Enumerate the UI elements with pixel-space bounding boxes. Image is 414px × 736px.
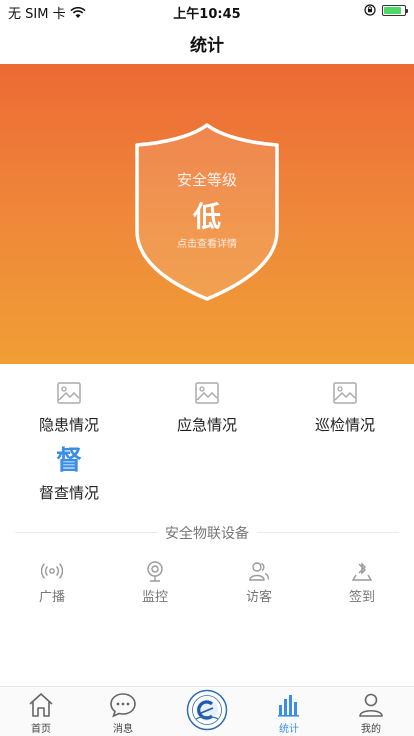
safety-level-value: 低 xyxy=(192,200,221,233)
menu-item-label: 应急情况 xyxy=(176,416,237,434)
page-title: 统计 xyxy=(190,35,224,56)
iot-section-header: 安全物联设备 xyxy=(15,522,399,543)
battery-level xyxy=(384,6,401,14)
menu-item-label: 隐患情况 xyxy=(38,416,99,434)
iot-item-label: 监控 xyxy=(141,590,168,605)
home-icon xyxy=(29,693,53,717)
tab-app-logo[interactable] xyxy=(186,689,228,735)
iot-item-label: 签到 xyxy=(348,590,375,605)
clock: 上午10:45 xyxy=(173,7,241,22)
view-details-hint: 点击查看详情 xyxy=(177,239,237,250)
battery-icon xyxy=(382,4,408,16)
menu-item-label: 巡检情况 xyxy=(314,416,375,434)
safety-hero: 安全等级 低 点击查看详情 xyxy=(0,64,414,364)
tab-bar: 首页 消息 统计 我的 xyxy=(0,686,414,736)
safety-level-shield[interactable]: 安全等级 低 点击查看详情 xyxy=(133,121,281,303)
tab-profile[interactable]: 我的 xyxy=(330,687,412,736)
visitor-icon xyxy=(249,562,270,581)
tab-label: 统计 xyxy=(279,724,299,735)
checkin-icon xyxy=(351,562,373,581)
iot-item-checkin[interactable]: 签到 xyxy=(310,560,414,605)
tab-home[interactable]: 首页 xyxy=(0,687,82,736)
iot-item-broadcast[interactable]: 广播 xyxy=(0,560,104,605)
orientation-lock-icon xyxy=(364,4,376,16)
safety-level-label: 安全等级 xyxy=(176,171,237,189)
image-placeholder-icon xyxy=(57,382,81,404)
menu-item-hidden-danger[interactable]: 隐患情况 xyxy=(0,380,138,435)
bar-chart-icon xyxy=(278,695,299,717)
iot-item-visitor[interactable]: 访客 xyxy=(207,560,311,605)
user-icon xyxy=(359,693,383,717)
nav-bar: 统计 xyxy=(0,22,414,64)
tab-messages[interactable]: 消息 xyxy=(82,687,164,736)
broadcast-icon xyxy=(41,563,63,579)
iot-item-label: 广播 xyxy=(38,590,65,605)
iot-item-label: 访客 xyxy=(245,590,272,605)
image-placeholder-icon xyxy=(333,382,357,404)
camera-icon xyxy=(147,561,163,582)
supervision-icon: 督 xyxy=(56,446,83,476)
menu-item-supervision[interactable]: 督 督查情况 xyxy=(0,448,138,503)
iot-item-monitor[interactable]: 监控 xyxy=(103,560,207,605)
status-right xyxy=(364,4,408,16)
tab-statistics[interactable]: 统计 xyxy=(248,687,330,736)
menu-item-emergency[interactable]: 应急情况 xyxy=(138,380,276,435)
status-bar: 无 SIM 卡 上午10:45 xyxy=(0,0,414,22)
app-logo-icon xyxy=(186,689,228,731)
iot-section-title: 安全物联设备 xyxy=(157,523,257,543)
menu-item-label: 督查情况 xyxy=(38,484,99,502)
tab-label: 首页 xyxy=(31,724,51,735)
image-placeholder-icon xyxy=(195,382,219,404)
message-icon xyxy=(110,693,136,718)
menu-item-patrol[interactable]: 巡检情况 xyxy=(276,380,414,435)
tab-label: 我的 xyxy=(361,724,381,735)
tab-label: 消息 xyxy=(113,724,133,735)
